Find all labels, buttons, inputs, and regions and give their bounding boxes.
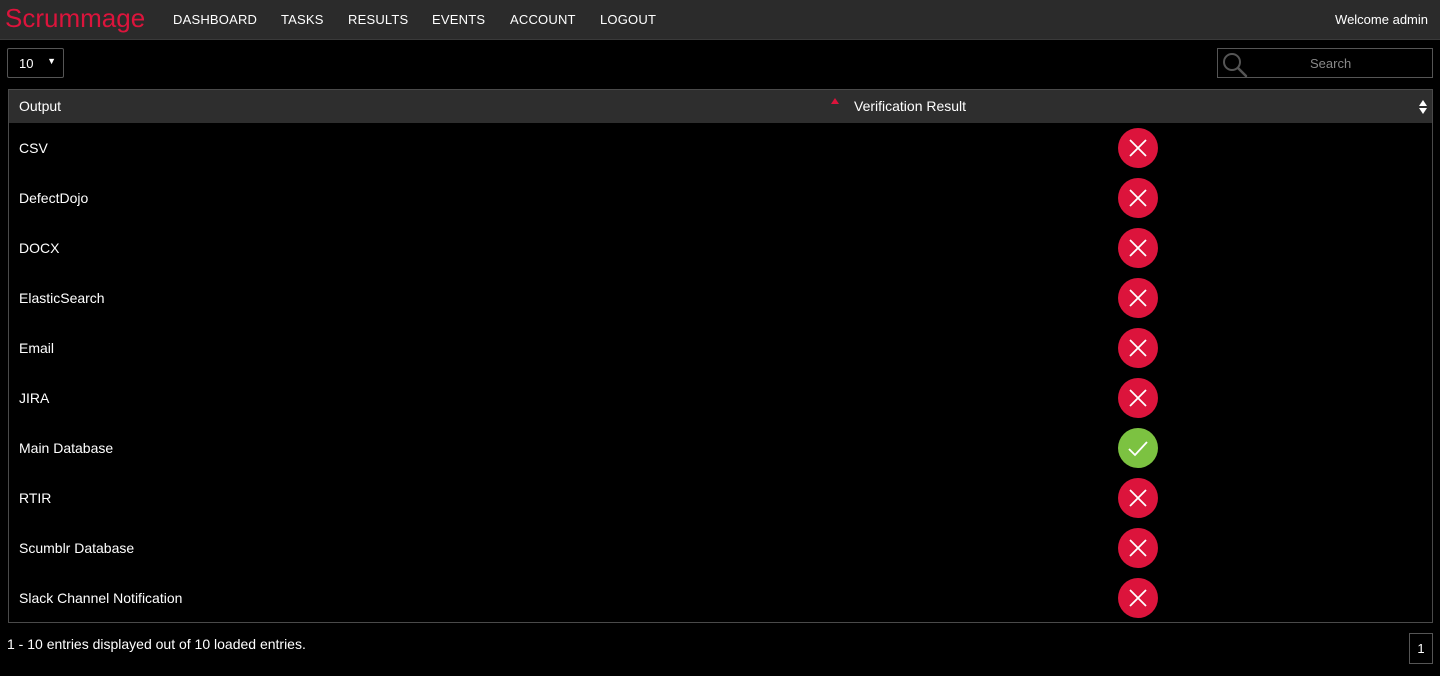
search-icon [1223, 53, 1248, 78]
close-icon [1118, 578, 1158, 618]
pagination-page-button[interactable]: 1 [1409, 633, 1433, 664]
table-row[interactable]: ElasticSearch [9, 273, 1432, 323]
table-row[interactable]: Main Database [9, 423, 1432, 473]
output-name: Scumblr Database [19, 540, 135, 556]
table-row[interactable]: RTIR [9, 473, 1432, 523]
results-table: Output Verification Result CSV DefectDojo… [8, 89, 1433, 623]
output-name: CSV [19, 140, 48, 156]
page-length-select[interactable]: 10 ▼ [7, 48, 64, 78]
nav-events[interactable]: EVENTS [432, 12, 485, 28]
brand-logo[interactable]: Scrummage [5, 3, 145, 33]
search-input[interactable]: Search [1217, 48, 1433, 78]
table-header: Output Verification Result [9, 90, 1432, 123]
output-name: DefectDojo [19, 190, 89, 206]
table-row[interactable]: Slack Channel Notification [9, 573, 1432, 623]
table-row[interactable]: Scumblr Database [9, 523, 1432, 573]
check-icon [1118, 428, 1158, 468]
search-placeholder: Search [1310, 56, 1352, 71]
top-navbar: Scrummage DASHBOARD TASKS RESULTS EVENTS… [0, 0, 1440, 40]
page-length-value: 10 [19, 56, 34, 71]
output-name: ElasticSearch [19, 290, 105, 306]
output-name: DOCX [19, 240, 60, 256]
column-header-output[interactable]: Output [19, 98, 61, 114]
table-row[interactable]: DefectDojo [9, 173, 1432, 223]
output-name: Main Database [19, 440, 114, 456]
column-header-verification[interactable]: Verification Result [854, 98, 966, 114]
nav-tasks[interactable]: TASKS [281, 12, 324, 28]
close-icon [1118, 378, 1158, 418]
output-name: Slack Channel Notification [19, 590, 183, 606]
table-row[interactable]: JIRA [9, 373, 1432, 423]
nav-account[interactable]: ACCOUNT [510, 12, 576, 28]
close-icon [1118, 128, 1158, 168]
sort-both-icon [1419, 100, 1427, 114]
close-icon [1118, 328, 1158, 368]
welcome-text: Welcome admin [1335, 12, 1428, 27]
output-name: JIRA [19, 390, 50, 406]
close-icon [1118, 228, 1158, 268]
close-icon [1118, 278, 1158, 318]
close-icon [1118, 478, 1158, 518]
table-row[interactable]: DOCX [9, 223, 1432, 273]
table-row[interactable]: Email [9, 323, 1432, 373]
table-info: 1 - 10 entries displayed out of 10 loade… [7, 636, 306, 652]
output-name: Email [19, 340, 55, 356]
nav-results[interactable]: RESULTS [348, 12, 408, 28]
chevron-down-icon: ▼ [47, 56, 56, 66]
sort-ascending-icon [831, 98, 839, 104]
nav-logout[interactable]: LOGOUT [600, 12, 656, 28]
close-icon [1118, 178, 1158, 218]
output-name: RTIR [19, 490, 52, 506]
close-icon [1118, 528, 1158, 568]
table-row[interactable]: CSV [9, 123, 1432, 173]
nav-dashboard[interactable]: DASHBOARD [173, 12, 257, 28]
